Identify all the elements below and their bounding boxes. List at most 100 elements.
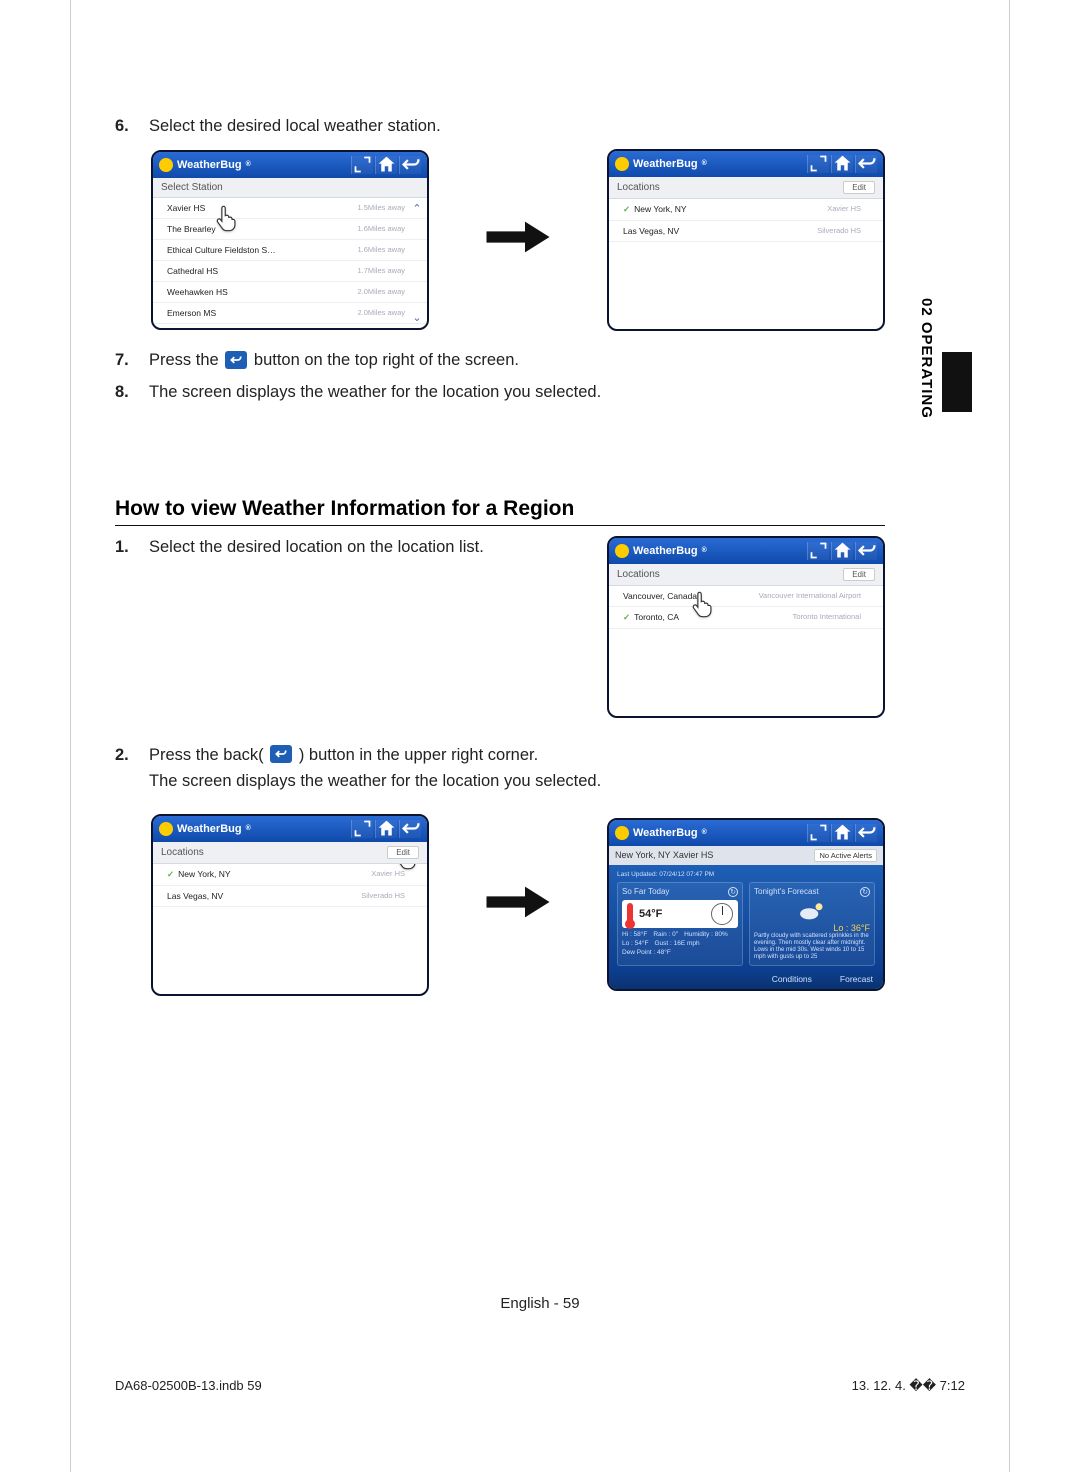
back-icon[interactable] <box>855 155 877 173</box>
section-heading: How to view Weather Information for a Re… <box>115 497 885 526</box>
weatherbug-logo-icon <box>159 158 173 172</box>
back-button-inline-icon <box>270 745 292 763</box>
check-icon: ✓ <box>623 612 630 622</box>
alerts-button[interactable]: No Active Alerts <box>814 849 877 862</box>
location-row[interactable]: ✓New York, NYXavier HS <box>153 864 427 886</box>
location-row[interactable]: ✓New York, NYXavier HS <box>609 199 883 221</box>
cloud-moon-icon <box>798 901 826 921</box>
step-text: Press the back( ) button in the upper ri… <box>149 744 885 796</box>
step-text: Press the button on the top right of the… <box>149 349 885 373</box>
forecast-text: Partly cloudy with scattered sprinkles i… <box>754 933 870 962</box>
screenshot-weather-display: WeatherBug® New York, NY Xavier HSNo Act… <box>607 818 885 992</box>
step-number: 6. <box>115 115 149 139</box>
tab-conditions[interactable]: Conditions <box>772 974 812 984</box>
step-text: The screen displays the weather for the … <box>149 381 885 405</box>
subheader: Locations <box>617 569 660 580</box>
expand-icon[interactable] <box>351 820 373 838</box>
thumb-index-block <box>942 352 972 412</box>
current-temp: 54°F <box>639 908 662 920</box>
step-number: 8. <box>115 381 149 405</box>
panel-tonights-forecast: Tonight's Forecast↻ Lo : 36°F Partly clo… <box>749 882 875 967</box>
page-footer-center: English - 59 <box>0 1295 1080 1312</box>
weatherbug-logo-icon <box>615 157 629 171</box>
figure-row-station-to-locations: WeatherBug® Select Station Xavier HS1.5M… <box>151 149 885 331</box>
back-icon[interactable] <box>855 542 877 560</box>
app-brand: WeatherBug <box>177 823 242 835</box>
scroll-down-icon[interactable]: ⌄ <box>412 311 421 324</box>
refresh-icon[interactable]: ↻ <box>860 887 870 897</box>
station-row[interactable]: Emerson MS2.0Miles away <box>153 303 427 324</box>
scroll-up-icon[interactable]: ⌃ <box>412 202 421 215</box>
location-row[interactable]: Las Vegas, NVSilverado HS <box>609 221 883 242</box>
refresh-icon[interactable]: ↻ <box>728 887 738 897</box>
region-step-1: 1. Select the desired location on the lo… <box>115 536 587 560</box>
back-icon[interactable] <box>399 156 421 174</box>
tap-cursor-icon <box>689 590 717 618</box>
app-brand: WeatherBug <box>633 545 698 557</box>
edit-button[interactable]: Edit <box>843 568 875 581</box>
footer-datetime: 13. 12. 4. �� 7:12 <box>852 1378 965 1394</box>
back-button-inline-icon <box>225 351 247 369</box>
check-icon: ✓ <box>167 869 174 879</box>
section-side-tab: 02 OPERATING <box>914 292 942 462</box>
panel-so-far-today: So Far Today↻ 54°F Hi : 58°F Rain : 0" H… <box>617 882 743 967</box>
arrow-right-icon <box>483 212 553 267</box>
subheader: Locations <box>617 182 660 193</box>
arrow-right-icon <box>483 877 553 932</box>
step-text: Select the desired local weather station… <box>149 115 885 139</box>
app-brand: WeatherBug <box>633 158 698 170</box>
back-icon[interactable] <box>855 824 877 842</box>
tab-forecast[interactable]: Forecast <box>840 974 873 984</box>
expand-icon[interactable] <box>351 156 373 174</box>
last-updated: Last Updated: 07/24/12 07:47 PM <box>617 871 875 878</box>
app-brand: WeatherBug <box>633 827 698 839</box>
app-brand: WeatherBug <box>177 159 242 171</box>
home-icon[interactable] <box>831 542 853 560</box>
home-icon[interactable] <box>831 824 853 842</box>
thermometer-icon <box>627 903 633 925</box>
expand-icon[interactable] <box>807 542 829 560</box>
check-icon: ✓ <box>623 204 630 214</box>
home-icon[interactable] <box>831 155 853 173</box>
step-number: 1. <box>115 536 149 560</box>
expand-icon[interactable] <box>807 824 829 842</box>
step-7: 7. Press the button on the top right of … <box>115 349 885 373</box>
scrollbar[interactable]: ⌃⌄ <box>411 202 423 324</box>
wind-dial-icon <box>711 903 733 925</box>
subheader: Select Station <box>161 182 223 193</box>
footer-doc-id: DA68-02500B-13.indb 59 <box>115 1378 262 1394</box>
step-number: 2. <box>115 744 149 796</box>
home-icon[interactable] <box>375 820 397 838</box>
edit-button[interactable]: Edit <box>387 846 419 859</box>
station-row[interactable]: Xavier HS1.5Miles away <box>153 198 427 219</box>
weatherbug-logo-icon <box>615 826 629 840</box>
screenshot-select-station: WeatherBug® Select Station Xavier HS1.5M… <box>151 150 429 330</box>
station-row[interactable]: The Brearley1.6Miles away <box>153 219 427 240</box>
subheader: Locations <box>161 847 204 858</box>
weatherbug-logo-icon <box>159 822 173 836</box>
expand-icon[interactable] <box>807 155 829 173</box>
weather-location-bar: New York, NY Xavier HS <box>615 850 713 860</box>
weatherbug-logo-icon <box>615 544 629 558</box>
side-tab-label: 02 OPERATING <box>914 292 939 425</box>
back-icon[interactable] <box>399 820 421 838</box>
edit-button[interactable]: Edit <box>843 181 875 194</box>
home-icon[interactable] <box>375 156 397 174</box>
screenshot-locations-list: WeatherBug® LocationsEdit ✓New York, NYX… <box>607 149 885 331</box>
station-row[interactable]: Weehawken HS2.0Miles away <box>153 282 427 303</box>
step-text: Select the desired location on the locat… <box>149 536 587 560</box>
step-8: 8. The screen displays the weather for t… <box>115 381 885 405</box>
tap-cursor-icon <box>393 864 421 870</box>
screenshot-locations-press-back: WeatherBug® LocationsEdit ✓New York, NYX… <box>151 814 429 996</box>
step-6: 6. Select the desired local weather stat… <box>115 115 885 139</box>
forecast-lo: Lo : 36°F <box>754 923 870 933</box>
location-row[interactable]: Las Vegas, NVSilverado HS <box>153 886 427 907</box>
region-step-2: 2. Press the back( ) button in the upper… <box>115 744 885 796</box>
station-row[interactable]: Cathedral HS1.7Miles away <box>153 261 427 282</box>
step-number: 7. <box>115 349 149 373</box>
location-row[interactable]: Vancouver, CanadaVancouver International… <box>609 586 883 607</box>
screenshot-region-locations: WeatherBug® LocationsEdit Vancouver, Can… <box>607 536 885 718</box>
tap-cursor-icon <box>213 204 241 232</box>
location-row[interactable]: ✓Toronto, CAToronto International <box>609 607 883 629</box>
station-row[interactable]: Ethical Culture Fieldston S…1.6Miles awa… <box>153 240 427 261</box>
